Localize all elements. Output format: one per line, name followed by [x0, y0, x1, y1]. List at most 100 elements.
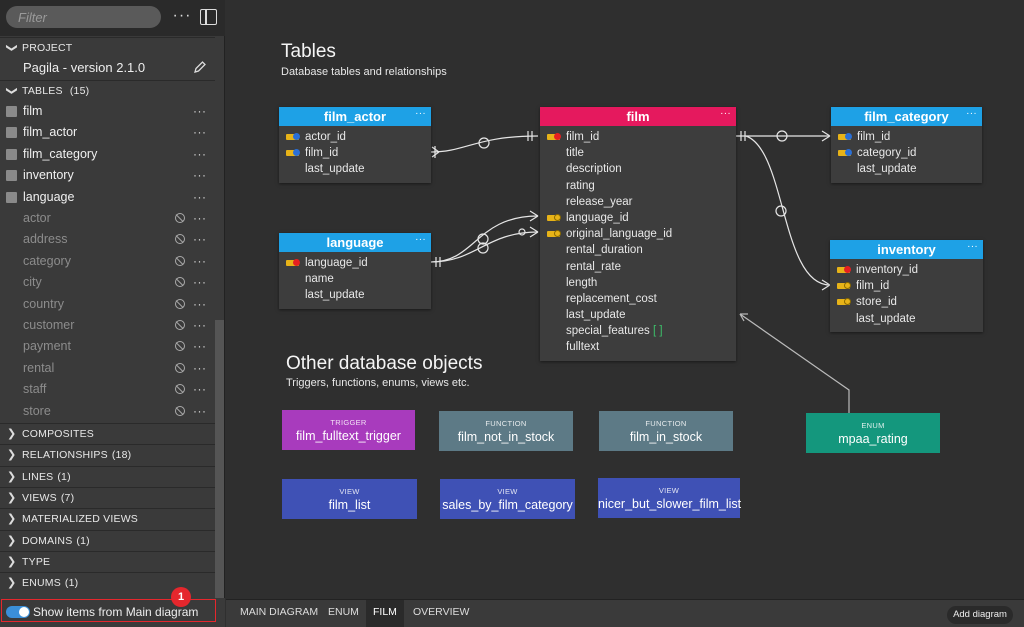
table-header[interactable]: inventory ···: [830, 240, 983, 259]
sidebar-table-film[interactable]: film ···: [0, 101, 215, 122]
tab-enum[interactable]: ENUM: [321, 600, 366, 627]
sidebar-table-language[interactable]: language ···: [0, 187, 215, 208]
column-row[interactable]: name: [279, 271, 431, 287]
section-domains[interactable]: ❯ DOMAINS (1): [0, 529, 215, 551]
sidebar-scrollbar[interactable]: [215, 320, 224, 598]
sidebar-table-country[interactable]: country ···: [0, 294, 215, 315]
more-options-icon[interactable]: ···: [193, 358, 207, 379]
sidebar-table-film-category[interactable]: film_category ···: [0, 144, 215, 165]
table-header[interactable]: film_actor ···: [279, 107, 431, 126]
more-options-icon[interactable]: ···: [193, 208, 207, 229]
column-row[interactable]: last_update: [830, 311, 983, 327]
more-options-icon[interactable]: ···: [193, 229, 207, 250]
section-tables[interactable]: ❯ TABLES (15): [0, 80, 215, 101]
more-options-icon[interactable]: ···: [193, 336, 207, 357]
show-main-diagram-toggle[interactable]: [6, 606, 30, 618]
more-options-icon[interactable]: ···: [193, 187, 207, 208]
table-header[interactable]: film_category ···: [831, 107, 982, 126]
more-options-icon[interactable]: ···: [193, 144, 207, 165]
db-object-film-fulltext-trigger[interactable]: TRIGGER film_fulltext_trigger: [282, 410, 415, 450]
more-options-icon[interactable]: ···: [193, 165, 207, 186]
more-options-icon[interactable]: ···: [172, 6, 192, 28]
tab-main-diagram[interactable]: MAIN DIAGRAM: [233, 600, 325, 627]
column-row[interactable]: last_update: [831, 161, 982, 177]
more-options-icon[interactable]: ···: [193, 101, 207, 122]
table-film[interactable]: film ··· film_id title description rating rele…: [540, 107, 736, 361]
table-language[interactable]: language ··· language_id name last_update: [279, 233, 431, 309]
column-row[interactable]: original_language_id: [540, 226, 736, 242]
table-header[interactable]: film ···: [540, 107, 736, 126]
add-diagram-button[interactable]: Add diagram: [947, 606, 1013, 624]
table-film-actor[interactable]: film_actor ··· actor_id film_id last_update: [279, 107, 431, 183]
column-row[interactable]: replacement_cost: [540, 291, 736, 307]
column-row[interactable]: film_id: [279, 145, 431, 161]
column-row[interactable]: actor_id: [279, 129, 431, 145]
column-row[interactable]: last_update: [540, 307, 736, 323]
hidden-icon[interactable]: [175, 341, 185, 352]
tab-film[interactable]: FILM: [366, 600, 404, 627]
sidebar-table-address[interactable]: address ···: [0, 229, 215, 250]
table-menu-icon[interactable]: ···: [967, 237, 978, 256]
table-visible-checkbox[interactable]: [6, 191, 17, 203]
db-object-nicer-but-slower-film-list[interactable]: VIEW nicer_but_slower_film_list: [598, 478, 741, 518]
column-row[interactable]: fulltext: [540, 339, 736, 355]
column-row[interactable]: inventory_id: [830, 262, 983, 278]
hidden-icon[interactable]: [175, 320, 185, 330]
db-object-film-list[interactable]: VIEW film_list: [282, 479, 417, 519]
sidebar-table-payment[interactable]: payment ···: [0, 336, 215, 357]
hidden-icon[interactable]: [175, 234, 185, 245]
sidebar-table-city[interactable]: city ···: [0, 272, 215, 293]
sidebar-table-category[interactable]: category ···: [0, 251, 215, 272]
table-inventory[interactable]: inventory ··· inventory_id film_id store_id l…: [830, 240, 983, 332]
db-object-sales-by-film-category[interactable]: VIEW sales_by_film_category: [440, 479, 575, 519]
column-row[interactable]: film_id: [540, 129, 736, 145]
more-options-icon[interactable]: ···: [193, 122, 207, 143]
column-row[interactable]: special_features [ ]: [540, 323, 736, 339]
hidden-icon[interactable]: [175, 362, 185, 373]
hidden-icon[interactable]: [175, 213, 185, 223]
sidebar-table-customer[interactable]: customer ···: [0, 315, 215, 336]
column-row[interactable]: rating: [540, 178, 736, 194]
table-header[interactable]: language ···: [279, 233, 431, 252]
section-materialized-views[interactable]: ❯ MATERIALIZED VIEWS: [0, 508, 215, 529]
more-options-icon[interactable]: ···: [193, 401, 207, 422]
column-row[interactable]: film_id: [830, 278, 983, 294]
table-film-category[interactable]: film_category ··· film_id category_id last_u…: [831, 107, 982, 183]
sidebar-table-rental[interactable]: rental ···: [0, 358, 215, 379]
sidebar-table-staff[interactable]: staff ···: [0, 379, 215, 400]
db-object-film-not-in-stock[interactable]: FUNCTION film_not_in_stock: [439, 411, 573, 451]
sidebar-table-actor[interactable]: actor ···: [0, 208, 215, 229]
hidden-icon[interactable]: [175, 255, 185, 266]
more-options-icon[interactable]: ···: [193, 379, 207, 400]
column-row[interactable]: rental_duration: [540, 242, 736, 258]
table-menu-icon[interactable]: ···: [720, 104, 731, 123]
column-row[interactable]: language_id: [540, 210, 736, 226]
hidden-icon[interactable]: [175, 298, 185, 309]
column-row[interactable]: rental_rate: [540, 259, 736, 275]
column-row[interactable]: last_update: [279, 161, 431, 177]
section-lines[interactable]: ❯ LINES (1): [0, 465, 215, 487]
diagram-canvas[interactable]: Tables Database tables and relationships…: [226, 0, 1024, 599]
table-menu-icon[interactable]: ···: [966, 104, 977, 123]
column-row[interactable]: category_id: [831, 145, 982, 161]
column-row[interactable]: length: [540, 275, 736, 291]
column-row[interactable]: title: [540, 145, 736, 161]
more-options-icon[interactable]: ···: [193, 294, 207, 315]
edit-icon[interactable]: [193, 60, 207, 74]
table-visible-checkbox[interactable]: [6, 106, 17, 117]
more-options-icon[interactable]: ···: [193, 272, 207, 293]
hidden-icon[interactable]: [175, 277, 185, 288]
section-project[interactable]: ❯ PROJECT: [0, 37, 215, 58]
table-visible-checkbox[interactable]: [6, 127, 17, 139]
sidebar-table-inventory[interactable]: inventory ···: [0, 165, 215, 186]
column-row[interactable]: release_year: [540, 194, 736, 210]
sidebar-table-store[interactable]: store ···: [0, 401, 215, 422]
column-row[interactable]: store_id: [830, 294, 983, 310]
more-options-icon[interactable]: ···: [193, 251, 207, 272]
section-relationships[interactable]: ❯ RELATIONSHIPS (18): [0, 444, 215, 465]
section-views[interactable]: ❯ VIEWS (7): [0, 486, 215, 508]
table-menu-icon[interactable]: ···: [415, 104, 426, 123]
section-composites[interactable]: ❯ COMPOSITES: [0, 423, 215, 444]
db-object-film-in-stock[interactable]: FUNCTION film_in_stock: [599, 411, 733, 451]
column-row[interactable]: language_id: [279, 255, 431, 271]
